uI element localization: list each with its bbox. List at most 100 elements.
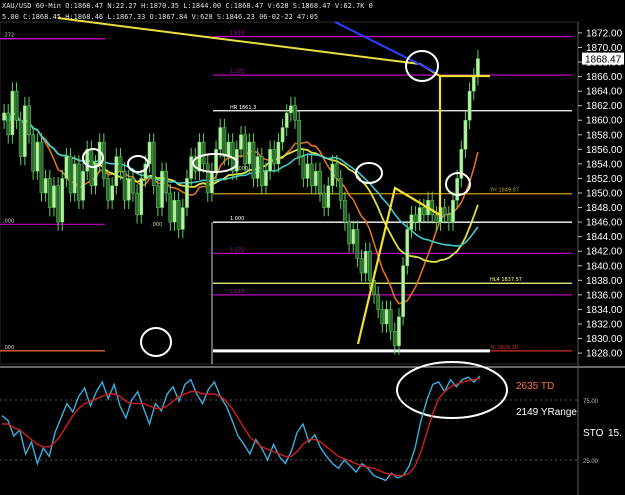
y-tick-label: 1832.00	[586, 319, 623, 330]
y-tick-label: 1846.00	[586, 218, 623, 229]
level-label: 1.000	[230, 216, 244, 222]
header-line-1: XAU/USD 60-Min O:1868.47 N:22.27 H:1870.…	[2, 2, 373, 10]
candle	[2, 112, 6, 121]
candle	[106, 178, 110, 201]
candle	[64, 156, 69, 179]
candle	[205, 163, 210, 194]
candle	[351, 229, 356, 245]
candle	[243, 134, 248, 165]
candle	[226, 141, 231, 157]
candle	[368, 250, 372, 281]
candle	[118, 156, 123, 172]
left-level-label: .000	[3, 345, 14, 351]
candle	[6, 112, 11, 136]
candle	[446, 214, 451, 223]
candle	[297, 119, 302, 157]
candle	[405, 229, 410, 267]
candle	[222, 127, 227, 157]
y-tick-label: 1852.00	[586, 174, 623, 185]
candle	[417, 207, 422, 223]
candle	[463, 119, 468, 150]
candle	[313, 170, 318, 186]
y-tick-label: 1844.00	[586, 232, 623, 243]
candle	[27, 105, 31, 136]
y-tick-label: 1836.00	[586, 290, 623, 301]
candle	[60, 178, 65, 223]
candle	[214, 149, 218, 172]
candle	[309, 163, 314, 186]
y-tick-label: 1864.00	[586, 87, 623, 98]
candle	[455, 178, 459, 201]
candle	[434, 214, 439, 223]
candle	[388, 309, 393, 332]
y-tick-label: 1848.00	[586, 203, 623, 214]
candle	[289, 105, 293, 114]
candle	[164, 170, 169, 194]
candle	[330, 163, 335, 186]
y-tick-label: 1828.00	[586, 349, 623, 360]
left-level-label: .000	[3, 218, 14, 224]
candle	[131, 178, 135, 194]
candle	[172, 200, 177, 223]
candle	[476, 58, 480, 77]
y-tick-label: 1870.00	[586, 43, 623, 54]
sto-tick-label: 75.00	[583, 399, 599, 405]
candle	[380, 309, 385, 325]
candle	[259, 156, 264, 186]
candle	[81, 170, 85, 201]
candle	[72, 163, 77, 194]
candle	[326, 185, 331, 208]
candle	[318, 170, 322, 194]
candle	[47, 178, 52, 208]
candle	[247, 141, 252, 165]
candle	[122, 170, 127, 201]
candle	[52, 185, 56, 208]
level-label: 1.272	[230, 69, 244, 75]
level-label: HL4 1837.57	[490, 277, 522, 283]
yrange-label: 2149 YRange	[516, 407, 577, 418]
candle	[272, 149, 277, 165]
candle	[301, 156, 306, 179]
candle	[343, 200, 347, 223]
y-tick-label: 1834.00	[586, 305, 623, 316]
candle	[18, 119, 23, 157]
candle	[201, 141, 206, 165]
left-level-label: .272	[3, 33, 14, 39]
candle	[422, 207, 426, 216]
candle	[442, 207, 447, 216]
sto-label: STO	[583, 428, 604, 439]
candle	[284, 112, 289, 128]
candle	[10, 90, 15, 136]
y-tick-label: 1850.00	[586, 189, 623, 200]
y-tick-label: 1866.00	[586, 72, 623, 83]
candle	[239, 134, 243, 150]
y-tick-label: 1872.00	[586, 28, 623, 39]
candle	[160, 170, 164, 208]
candle	[338, 178, 343, 201]
y-tick-label: 1840.00	[586, 261, 623, 272]
candle	[114, 156, 119, 186]
candle	[268, 149, 272, 172]
y-tick-label: 1838.00	[586, 276, 623, 287]
y-tick-label: 1858.00	[586, 130, 623, 141]
y-tick-label: 1854.00	[586, 159, 623, 170]
candle	[467, 90, 472, 121]
level-label: HR 1861.3	[230, 105, 256, 111]
y-tick-label: 1856.00	[586, 145, 623, 156]
candle	[347, 221, 351, 245]
candle	[280, 127, 285, 143]
candle	[264, 170, 268, 186]
candle	[471, 76, 476, 92]
candle	[56, 185, 60, 223]
candle	[31, 134, 36, 172]
candle	[451, 200, 455, 223]
candle	[305, 163, 310, 179]
candle	[189, 156, 193, 179]
candle	[168, 192, 173, 223]
candle	[23, 105, 27, 157]
sto-value: 15.	[608, 428, 622, 439]
candle	[185, 178, 189, 208]
level-label: 1.618	[230, 289, 244, 295]
candle	[397, 316, 401, 347]
candle	[77, 163, 81, 201]
